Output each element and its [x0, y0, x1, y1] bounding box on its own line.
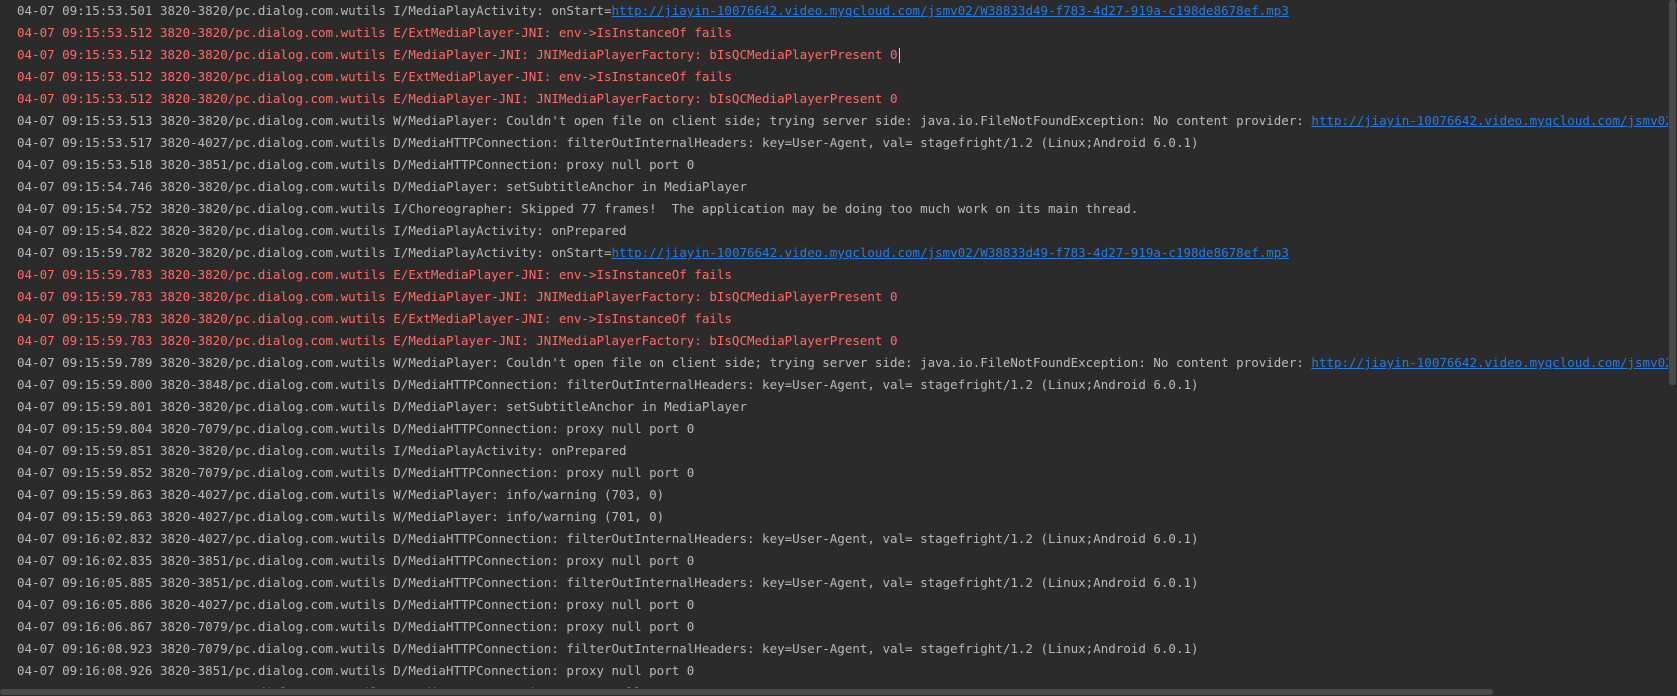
log-line-text: 04-07 09:16:02.835 3820-3851/pc.dialog.c… — [17, 553, 695, 568]
log-line-text: 04-07 09:16:05.886 3820-4027/pc.dialog.c… — [17, 597, 695, 612]
log-line-text: 04-07 09:16:02.832 3820-4027/pc.dialog.c… — [17, 531, 1199, 546]
log-line[interactable]: 04-07 09:15:53.512 3820-3820/pc.dialog.c… — [17, 44, 900, 66]
log-lines[interactable]: 04-07 09:15:53.501 3820-3820/pc.dialog.c… — [0, 0, 1668, 688]
log-line-text: 04-07 09:15:53.518 3820-3851/pc.dialog.c… — [17, 157, 695, 172]
log-line-text: 04-07 09:15:54.752 3820-3820/pc.dialog.c… — [17, 201, 1139, 216]
log-line[interactable]: 04-07 09:15:59.783 3820-3820/pc.dialog.c… — [17, 330, 898, 352]
log-line-text: 04-07 09:15:54.822 3820-3820/pc.dialog.c… — [17, 223, 627, 238]
log-line-text: 04-07 09:15:54.746 3820-3820/pc.dialog.c… — [17, 179, 747, 194]
log-line-text: 04-07 09:15:59.804 3820-7079/pc.dialog.c… — [17, 421, 695, 436]
log-line[interactable]: 04-07 09:15:59.863 3820-4027/pc.dialog.c… — [17, 484, 664, 506]
log-line[interactable]: 04-07 09:15:53.517 3820-4027/pc.dialog.c… — [17, 132, 1199, 154]
log-line-text: 04-07 09:15:59.863 3820-4027/pc.dialog.c… — [17, 487, 665, 502]
log-line[interactable]: 04-07 09:16:05.885 3820-3851/pc.dialog.c… — [17, 572, 1199, 594]
log-line-text: 04-07 09:16:08.926 3820-3851/pc.dialog.c… — [17, 663, 695, 678]
log-line[interactable]: 04-07 09:15:53.512 3820-3820/pc.dialog.c… — [17, 88, 898, 110]
log-line[interactable]: 04-07 09:15:54.746 3820-3820/pc.dialog.c… — [17, 176, 747, 198]
log-line[interactable]: 04-07 09:15:59.782 3820-3820/pc.dialog.c… — [17, 242, 1289, 264]
log-line-text: 04-07 09:16:06.867 3820-7079/pc.dialog.c… — [17, 619, 695, 634]
log-line[interactable]: 04-07 09:15:59.783 3820-3820/pc.dialog.c… — [17, 308, 732, 330]
log-line-text: 04-07 09:15:59.852 3820-7079/pc.dialog.c… — [17, 465, 695, 480]
horizontal-scrollbar[interactable] — [0, 688, 1677, 696]
log-line-url-link[interactable]: http://jiayin-10076642.video.myqcloud.co… — [1311, 355, 1668, 370]
vertical-scrollbar[interactable] — [1668, 0, 1677, 688]
log-line[interactable]: 04-07 09:15:59.801 3820-3820/pc.dialog.c… — [17, 396, 747, 418]
text-cursor — [898, 48, 900, 63]
log-line-text: 04-07 09:15:59.800 3820-3848/pc.dialog.c… — [17, 377, 1199, 392]
log-line-text: 04-07 09:15:59.782 3820-3820/pc.dialog.c… — [17, 245, 612, 260]
log-line[interactable]: 04-07 09:15:53.513 3820-3820/pc.dialog.c… — [17, 110, 1668, 132]
log-line[interactable]: 04-07 09:16:05.886 3820-4027/pc.dialog.c… — [17, 594, 694, 616]
log-line-url-link[interactable]: http://jiayin-10076642.video.myqcloud.co… — [612, 3, 1289, 18]
log-line[interactable]: 04-07 09:16:06.867 3820-7079/pc.dialog.c… — [17, 616, 694, 638]
log-line-text: 04-07 09:15:59.863 3820-4027/pc.dialog.c… — [17, 509, 665, 524]
log-line-text: 04-07 09:15:53.512 3820-3820/pc.dialog.c… — [17, 91, 898, 106]
log-line[interactable]: 04-07 09:16:02.835 3820-3851/pc.dialog.c… — [17, 550, 694, 572]
log-line-text: 04-07 09:15:59.783 3820-3820/pc.dialog.c… — [17, 267, 732, 282]
log-line-text: 04-07 09:16:08.923 3820-7079/pc.dialog.c… — [17, 641, 1199, 656]
log-line[interactable]: 04-07 09:15:54.752 3820-3820/pc.dialog.c… — [17, 198, 1138, 220]
log-line-text: 04-07 09:15:59.801 3820-3820/pc.dialog.c… — [17, 399, 747, 414]
log-line-text: 04-07 09:16:05.885 3820-3851/pc.dialog.c… — [17, 575, 1199, 590]
log-line[interactable]: 04-07 09:15:59.804 3820-7079/pc.dialog.c… — [17, 418, 694, 440]
log-line-text: 04-07 09:15:53.517 3820-4027/pc.dialog.c… — [17, 135, 1199, 150]
log-line[interactable]: 04-07 09:15:53.512 3820-3820/pc.dialog.c… — [17, 22, 732, 44]
log-line-text: 04-07 09:15:59.783 3820-3820/pc.dialog.c… — [17, 289, 898, 304]
log-line[interactable]: 04-07 09:16:08.926 3820-3851/pc.dialog.c… — [17, 660, 694, 682]
log-line[interactable]: 04-07 09:16:08.923 3820-7079/pc.dialog.c… — [17, 638, 1199, 660]
log-line-text: 04-07 09:15:53.513 3820-3820/pc.dialog.c… — [17, 113, 1312, 128]
log-line-text: 04-07 09:15:59.789 3820-3820/pc.dialog.c… — [17, 355, 1312, 370]
log-line[interactable]: 04-07 09:15:59.851 3820-3820/pc.dialog.c… — [17, 440, 627, 462]
log-line-text: 04-07 09:15:53.512 3820-3820/pc.dialog.c… — [17, 47, 898, 62]
log-line[interactable]: 04-07 09:15:59.863 3820-4027/pc.dialog.c… — [17, 506, 664, 528]
log-line[interactable]: 04-07 09:15:53.518 3820-3851/pc.dialog.c… — [17, 154, 694, 176]
log-line[interactable]: 04-07 09:15:53.512 3820-3820/pc.dialog.c… — [17, 66, 732, 88]
log-line[interactable]: 04-07 09:15:53.501 3820-3820/pc.dialog.c… — [17, 0, 1289, 22]
log-line[interactable]: 04-07 09:15:59.783 3820-3820/pc.dialog.c… — [17, 286, 898, 308]
vertical-scrollbar-thumb[interactable] — [1669, 0, 1676, 385]
log-line-text: 04-07 09:15:59.851 3820-3820/pc.dialog.c… — [17, 443, 627, 458]
log-line-text: 04-07 09:15:59.783 3820-3820/pc.dialog.c… — [17, 311, 732, 326]
log-line[interactable]: 04-07 09:15:59.800 3820-3848/pc.dialog.c… — [17, 374, 1199, 396]
log-line[interactable]: 04-07 09:16:02.832 3820-4027/pc.dialog.c… — [17, 528, 1199, 550]
log-line-text: 04-07 09:15:53.512 3820-3820/pc.dialog.c… — [17, 25, 732, 40]
log-line[interactable]: 04-07 09:15:59.783 3820-3820/pc.dialog.c… — [17, 264, 732, 286]
log-line-text: 04-07 09:15:53.512 3820-3820/pc.dialog.c… — [17, 69, 732, 84]
log-line-text: 04-07 09:15:53.501 3820-3820/pc.dialog.c… — [17, 3, 612, 18]
log-line-url-link[interactable]: http://jiayin-10076642.video.myqcloud.co… — [612, 245, 1289, 260]
horizontal-scrollbar-thumb[interactable] — [0, 689, 1493, 695]
log-line[interactable]: 04-07 09:15:59.789 3820-3820/pc.dialog.c… — [17, 352, 1668, 374]
logcat-output-panel[interactable]: 04-07 09:15:53.501 3820-3820/pc.dialog.c… — [0, 0, 1677, 696]
log-line[interactable]: 04-07 09:15:54.822 3820-3820/pc.dialog.c… — [17, 220, 627, 242]
log-line[interactable]: 04-07 09:15:59.852 3820-7079/pc.dialog.c… — [17, 462, 694, 484]
log-line-url-link[interactable]: http://jiayin-10076642.video.myqcloud.co… — [1311, 113, 1668, 128]
log-line-text: 04-07 09:15:59.783 3820-3820/pc.dialog.c… — [17, 333, 898, 348]
